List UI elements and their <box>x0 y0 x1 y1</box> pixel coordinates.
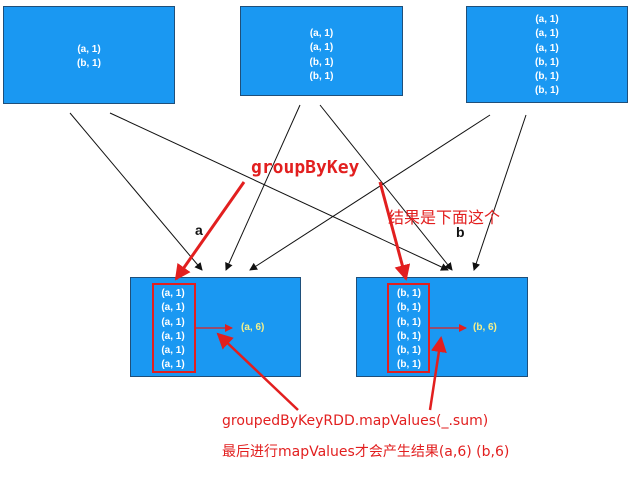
groupbykey-label: groupByKey <box>251 157 360 178</box>
code-pointer-arrow <box>216 332 299 411</box>
result-note-label: 结果是下面这个 <box>388 208 501 227</box>
groupbykey-arrow <box>174 181 246 281</box>
groupbykey-arrow <box>378 181 411 281</box>
explanation-label: 最后进行mapValues才会产生结果(a,6) (b,6) <box>222 444 510 460</box>
code-pointer-arrow <box>428 336 447 411</box>
code-label: groupedByKeyRDD.mapValues(_.sum) <box>222 413 489 429</box>
